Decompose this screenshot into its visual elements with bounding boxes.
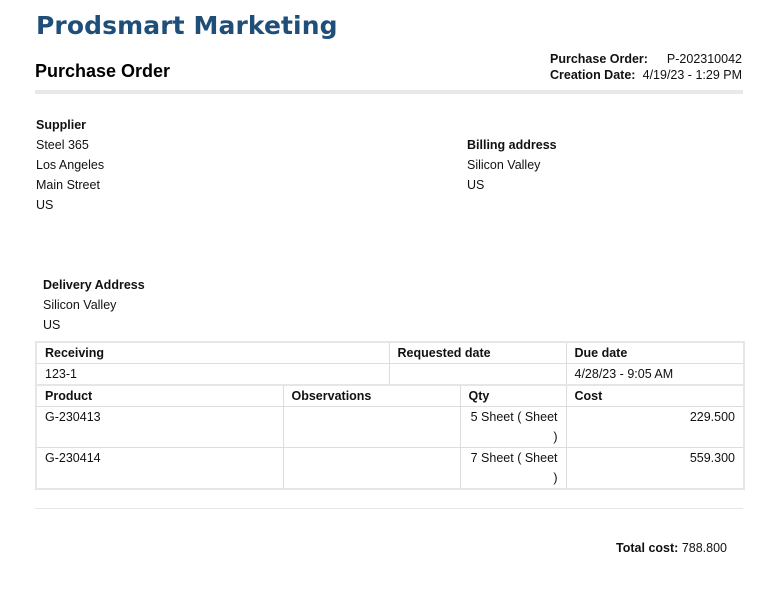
document-title: Purchase Order xyxy=(35,61,171,81)
cost-header: Cost xyxy=(565,384,745,407)
due-date-header: Due date xyxy=(565,341,745,364)
product-header: Product xyxy=(35,384,284,407)
table-row: G-230413 5 Sheet ( Sheet ) 229.500 xyxy=(35,406,745,448)
delivery-block: Delivery Address Silicon Valley US xyxy=(43,275,145,335)
total-cost: Total cost: 788.800 xyxy=(616,541,727,555)
supplier-line: Los Angeles xyxy=(36,158,105,172)
product-cell: G-230414 xyxy=(35,447,284,490)
supplier-heading: Supplier xyxy=(36,118,87,132)
requested-date-value xyxy=(388,363,567,386)
creation-date-label: Creation Date: xyxy=(550,68,636,82)
delivery-line: Silicon Valley xyxy=(43,298,117,312)
observations-cell xyxy=(282,406,461,448)
receiving-header: Receiving xyxy=(35,341,390,364)
cost-cell: 559.300 xyxy=(565,447,745,490)
due-date-value: 4/28/23 - 9:05 AM xyxy=(565,363,745,386)
billing-line: US xyxy=(467,178,485,192)
items-table: Product Observations Qty Cost G-230413 5… xyxy=(35,384,745,490)
items-header-row: Product Observations Qty Cost xyxy=(35,384,745,407)
company-name: Prodsmart Marketing xyxy=(36,11,338,40)
receiving-row: 123-1 4/28/23 - 9:05 AM xyxy=(35,363,745,386)
po-number-label: Purchase Order: xyxy=(550,52,648,66)
receiving-table: Receiving Requested date Due date 123-1 … xyxy=(35,341,745,386)
qty-cell: 7 Sheet ( Sheet ) xyxy=(459,447,567,490)
product-cell: G-230413 xyxy=(35,406,284,448)
creation-date-value: 4/19/23 - 1:29 PM xyxy=(642,68,742,82)
delivery-line: US xyxy=(43,318,61,332)
footer-divider xyxy=(35,508,743,509)
requested-date-header: Requested date xyxy=(388,341,567,364)
billing-heading: Billing address xyxy=(467,138,557,152)
billing-block: Billing address Silicon Valley US xyxy=(467,135,557,195)
delivery-heading: Delivery Address xyxy=(43,278,145,292)
supplier-line: Main Street xyxy=(36,178,100,192)
receiving-header-row: Receiving Requested date Due date xyxy=(35,341,745,364)
creation-date-row: Creation Date: 4/19/23 - 1:29 PM xyxy=(550,67,742,83)
order-meta: Purchase Order: P-202310042 Creation Dat… xyxy=(550,51,742,83)
qty-cell: 5 Sheet ( Sheet ) xyxy=(459,406,567,448)
billing-line: Silicon Valley xyxy=(467,158,541,172)
total-cost-value: 788.800 xyxy=(681,541,727,555)
supplier-line: US xyxy=(36,198,54,212)
total-cost-label: Total cost: xyxy=(616,541,679,555)
observations-header: Observations xyxy=(282,384,461,407)
table-row: G-230414 7 Sheet ( Sheet ) 559.300 xyxy=(35,447,745,490)
supplier-line: Steel 365 xyxy=(36,138,89,152)
cost-cell: 229.500 xyxy=(565,406,745,448)
po-number-value: P-202310042 xyxy=(666,52,742,66)
supplier-block: Supplier Steel 365 Los Angeles Main Stre… xyxy=(36,115,104,215)
observations-cell xyxy=(282,447,461,490)
qty-header: Qty xyxy=(459,384,567,407)
po-number-row: Purchase Order: P-202310042 xyxy=(550,51,742,67)
header-divider xyxy=(35,90,743,94)
receiving-value: 123-1 xyxy=(35,363,390,386)
